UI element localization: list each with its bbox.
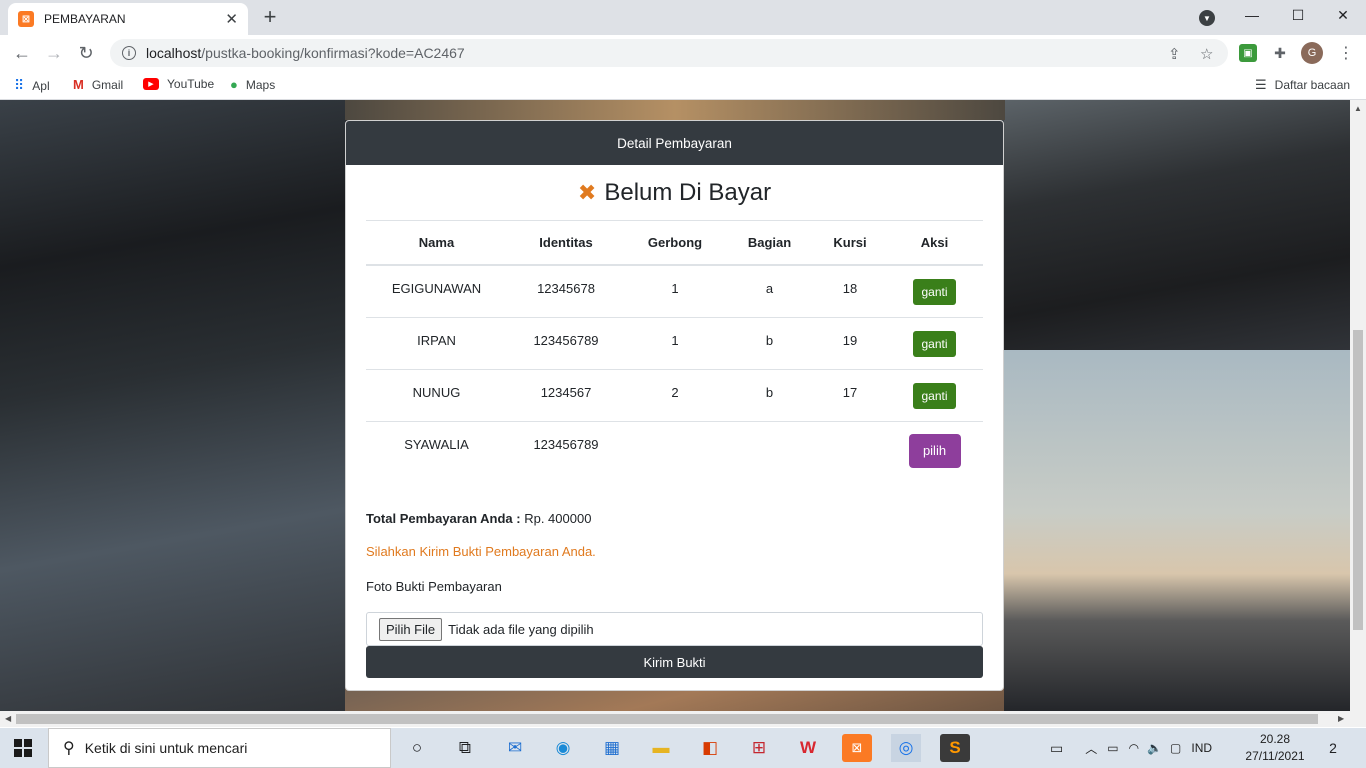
table-row: IRPAN 123456789 1 b 19 ganti [366, 317, 983, 370]
file-status: Tidak ada file yang dipilih [448, 621, 594, 637]
extensions-puzzle-icon[interactable]: ✚ [1271, 44, 1289, 62]
bookmark-apps[interactable]: ⠿ Apl [14, 77, 50, 94]
profile-avatar[interactable]: G [1301, 42, 1323, 64]
xampp-icon[interactable]: ⊠ [842, 734, 872, 762]
total-value: Rp. 400000 [524, 511, 592, 526]
horizontal-scroll-thumb[interactable] [16, 714, 1318, 724]
reading-list-icon: ☰ [1255, 77, 1267, 92]
taskbar-clock[interactable]: 20.28 27/11/2021 [1240, 731, 1310, 765]
office-icon[interactable]: ◧ [695, 734, 725, 762]
bookmark-maps[interactable]: ● Maps [230, 77, 275, 92]
payment-status: ✖ Belum Di Bayar [366, 165, 983, 221]
pilih-button[interactable]: pilih [908, 433, 961, 468]
wifi-icon[interactable]: ◠ [1129, 741, 1139, 755]
total-payment: Total Pembayaran Anda : Rp. 400000 [366, 511, 592, 526]
gmail-icon: M [73, 77, 84, 92]
col-bagian: Bagian [725, 221, 814, 266]
bookmark-star-icon[interactable]: ☆ [1200, 45, 1213, 63]
search-icon: ⚲ [63, 740, 75, 757]
system-tray: ▭ ︿ ▭ ◠ 🔈 ▢ IND [1050, 728, 1212, 768]
browser-menu-icon[interactable]: ⋮ [1338, 43, 1354, 63]
minimize-button[interactable]: — [1229, 0, 1275, 30]
clock-date: 27/11/2021 [1245, 749, 1305, 763]
foto-label: Foto Bukti Pembayaran [366, 579, 502, 594]
address-bar[interactable]: i localhost/pustka-booking/konfirmasi?ko… [110, 39, 1228, 67]
language-indicator[interactable]: IND [1191, 741, 1212, 755]
scroll-left-icon[interactable]: ◀ [5, 714, 11, 723]
col-nama: Nama [366, 221, 507, 266]
task-view-icon[interactable]: ⧉ [450, 734, 480, 762]
ganti-button[interactable]: ganti [913, 330, 956, 357]
times-icon: ✖ [577, 179, 597, 205]
youtube-icon: ▶ [143, 78, 159, 90]
back-button[interactable]: ← [10, 41, 34, 65]
col-identitas: Identitas [507, 221, 625, 266]
upload-message: Silahkan Kirim Bukti Pembayaran Anda. [366, 544, 596, 559]
close-window-button[interactable]: ✕ [1320, 0, 1366, 30]
ganti-button[interactable]: ganti [913, 279, 956, 305]
scroll-up-icon[interactable]: ▲ [1354, 104, 1362, 113]
maximize-button[interactable]: ☐ [1275, 0, 1321, 30]
file-input[interactable]: Pilih File Tidak ada file yang dipilih [366, 612, 983, 646]
show-hidden-icons[interactable]: ︿ [1085, 740, 1097, 757]
site-info-icon[interactable]: i [122, 46, 136, 60]
edge-icon[interactable]: ◉ [548, 734, 578, 762]
submit-proof-button[interactable]: Kirim Bukti [366, 646, 983, 678]
col-gerbong: Gerbong [625, 221, 725, 266]
sublime-text-icon[interactable]: S [940, 734, 970, 762]
share-icon[interactable]: ⇪ [1168, 45, 1181, 63]
taskbar-search[interactable]: ⚲ Ketik di sini untuk mencari [48, 728, 391, 768]
taskbar-search-placeholder: Ketik di sini untuk mencari [84, 740, 248, 756]
payment-detail-card: Detail Pembayaran ✖ Belum Di Bayar Nama … [345, 120, 1004, 691]
windows-start-icon[interactable] [14, 739, 32, 757]
bookmarks-bar: ⠿ Apl M Gmail ▶ YouTube ● Maps ☰ Daftar … [0, 71, 1366, 100]
choose-file-button[interactable]: Pilih File [379, 617, 443, 641]
gift-icon[interactable]: ⊞ [744, 734, 774, 762]
tab-close-icon[interactable]: ✕ [225, 10, 238, 28]
browser-tab[interactable]: ⊠ PEMBAYARAN ✕ [8, 3, 248, 35]
windows-taskbar: ⚲ Ketik di sini untuk mencari ○ ⧉ ✉ ◉ ▦ … [0, 728, 1366, 768]
maps-pin-icon: ● [230, 77, 238, 92]
notification-center-icon[interactable]: 2 [1322, 738, 1344, 758]
file-explorer-icon[interactable]: ▬ [646, 734, 676, 762]
scroll-right-icon[interactable]: ▶ [1338, 714, 1344, 723]
passenger-table: Nama Identitas Gerbong Bagian Kursi Aksi… [366, 221, 983, 473]
battery-icon[interactable]: ▭ [1107, 741, 1118, 755]
meet-now-icon[interactable]: ▢ [1170, 741, 1181, 755]
mail-icon[interactable]: ✉ [500, 734, 530, 762]
clock-time: 20.28 [1259, 732, 1291, 746]
reload-button[interactable]: ↻ [74, 41, 98, 65]
table-row: SYAWALIA 123456789 pilih [366, 421, 983, 473]
url-text: localhost/pustka-booking/konfirmasi?kode… [146, 45, 465, 61]
volume-icon[interactable]: 🔈 [1147, 741, 1162, 755]
vertical-scrollbar[interactable]: ▲ [1350, 100, 1366, 711]
card-header: Detail Pembayaran [346, 121, 1003, 165]
status-text: Belum Di Bayar [604, 178, 772, 206]
store-icon[interactable]: ▦ [597, 734, 627, 762]
tab-search-icon[interactable]: ▼ [1199, 10, 1215, 26]
bookmark-youtube[interactable]: ▶ YouTube [143, 77, 214, 91]
browser-toolbar: ← → ↻ i localhost/pustka-booking/konfirm… [0, 35, 1366, 71]
bookmark-gmail[interactable]: M Gmail [73, 77, 123, 92]
browser-title-bar: ⊠ PEMBAYARAN ✕ + ▼ — ☐ ✕ [0, 0, 1366, 35]
table-row: EGIGUNAWAN 12345678 1 a 18 ganti [366, 265, 983, 318]
reading-list[interactable]: ☰ Daftar bacaan [1255, 77, 1350, 93]
apps-grid-icon: ⠿ [14, 77, 25, 93]
new-tab-button[interactable]: + [258, 5, 282, 29]
xampp-favicon-icon: ⊠ [18, 11, 34, 27]
col-kursi: Kursi [814, 221, 886, 266]
chrome-icon[interactable]: ◎ [891, 734, 921, 762]
col-aksi: Aksi [886, 221, 983, 266]
wps-office-icon[interactable]: W [793, 734, 823, 762]
horizontal-scrollbar[interactable]: ◀ ▶ [0, 711, 1366, 727]
extension-icon[interactable]: ▣ [1239, 44, 1257, 62]
vertical-scroll-thumb[interactable] [1353, 330, 1363, 630]
desktop-widget-icon[interactable]: ▭ [1050, 740, 1063, 757]
ganti-button[interactable]: ganti [913, 382, 956, 409]
tab-title: PEMBAYARAN [44, 12, 126, 26]
table-row: NUNUG 1234567 2 b 17 ganti [366, 369, 983, 422]
cortana-icon[interactable]: ○ [402, 734, 432, 762]
forward-button[interactable]: → [42, 41, 66, 65]
background-photo [0, 100, 345, 711]
